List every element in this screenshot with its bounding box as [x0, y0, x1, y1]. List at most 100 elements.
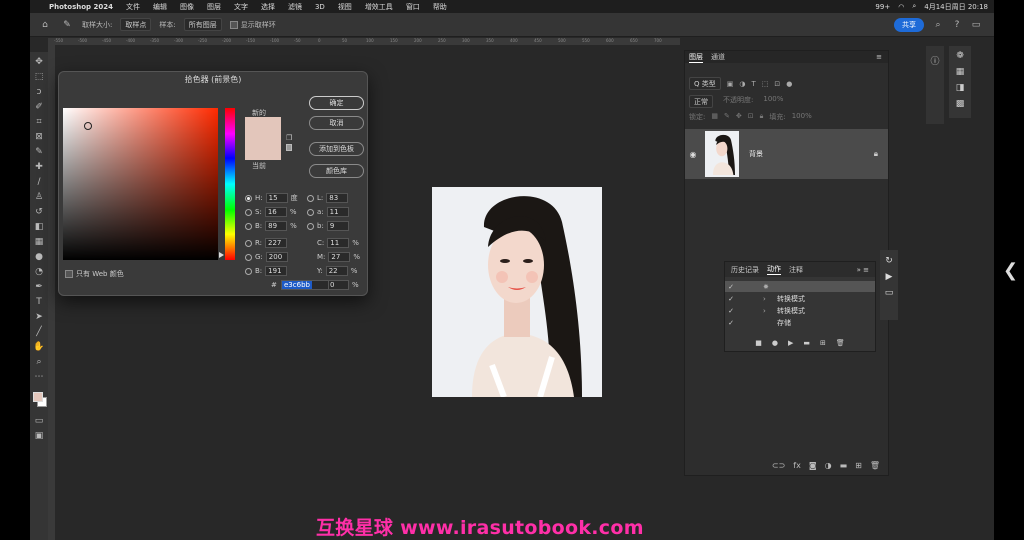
menu-plugins[interactable]: 增效工具: [365, 2, 393, 12]
fx-icon[interactable]: fx: [793, 461, 801, 470]
new-layer-icon[interactable]: ⊞: [855, 461, 862, 470]
hex-input[interactable]: e3c6bb: [281, 280, 329, 290]
patterns-panel-icon[interactable]: ▩: [954, 98, 966, 110]
crop-tool-icon[interactable]: ⌗: [32, 116, 46, 128]
dodge-tool-icon[interactable]: ◔: [32, 266, 46, 278]
yellow-field[interactable]: 22: [325, 266, 348, 276]
workspace-icon[interactable]: ▭: [969, 19, 983, 31]
green-radio[interactable]: [245, 253, 252, 261]
filter-pixel-icon[interactable]: ▣: [727, 80, 734, 88]
saturation-brightness-field[interactable]: [63, 108, 218, 260]
saturation-radio[interactable]: [245, 208, 252, 216]
cube-icon[interactable]: ❒: [286, 134, 292, 142]
add-to-swatches-button[interactable]: 添加到色板: [309, 142, 364, 156]
delete-layer-icon[interactable]: 🗑︎: [870, 461, 880, 470]
path-select-icon[interactable]: ➤: [32, 311, 46, 323]
blue-field[interactable]: 191: [265, 266, 288, 276]
swatches-panel-icon[interactable]: ▦: [954, 66, 966, 78]
search-icon[interactable]: ⌕: [931, 19, 945, 31]
menu-3d[interactable]: 3D: [315, 3, 325, 11]
new-set-icon[interactable]: ▬: [803, 339, 810, 347]
canvas-photo[interactable]: [432, 187, 602, 397]
layer-name[interactable]: 背景: [749, 149, 763, 159]
action-row[interactable]: ✓ › 转换模式: [725, 305, 875, 316]
side-chevron-icon[interactable]: ❮: [1003, 260, 1018, 281]
menu-filter[interactable]: 滤镜: [288, 2, 302, 12]
color-libraries-button[interactable]: 颜色库: [309, 164, 364, 178]
eyedropper-icon[interactable]: ✎: [32, 146, 46, 158]
gamut-warning-icon[interactable]: [286, 144, 292, 151]
lock-pixels-icon[interactable]: ▦: [711, 112, 718, 122]
magenta-field[interactable]: 27: [328, 252, 351, 262]
menu-edit[interactable]: 编辑: [153, 2, 167, 12]
green-field[interactable]: 200: [265, 252, 288, 262]
lock-all-icon[interactable]: 🔒︎: [760, 112, 764, 122]
menu-select[interactable]: 选择: [261, 2, 275, 12]
home-icon[interactable]: ⌂: [38, 19, 52, 31]
ok-button[interactable]: 确定: [309, 96, 364, 110]
quick-mask-icon[interactable]: ▭: [32, 415, 46, 427]
foreground-color[interactable]: [33, 392, 43, 402]
info-icon[interactable]: ⓘ: [929, 54, 941, 67]
cancel-button[interactable]: 取消: [309, 116, 364, 130]
menu-window[interactable]: 窗口: [406, 2, 420, 12]
brush-tool-icon[interactable]: ∕: [32, 176, 46, 188]
tab-layers[interactable]: 图层: [689, 52, 703, 63]
type-tool-icon[interactable]: T: [32, 296, 46, 308]
more-tools-icon[interactable]: ⋯: [32, 371, 46, 383]
record-icon[interactable]: ●: [772, 339, 778, 347]
expand-chevron-icon[interactable]: ›: [763, 307, 777, 315]
tab-actions[interactable]: 动作: [767, 264, 781, 275]
brightness-field[interactable]: 89: [265, 221, 288, 231]
menu-file[interactable]: 文件: [126, 2, 140, 12]
zoom-tool-icon[interactable]: ⌕: [32, 356, 46, 368]
lab-l-radio[interactable]: [307, 194, 314, 202]
play-icon[interactable]: ▶: [788, 339, 793, 347]
menu-app-name[interactable]: Photoshop 2024: [49, 3, 113, 11]
filter-toggle-icon[interactable]: ●: [786, 80, 792, 88]
healing-tool-icon[interactable]: ✚: [32, 161, 46, 173]
actions-play-icon[interactable]: ▶: [886, 272, 893, 282]
eraser-tool-icon[interactable]: ◧: [32, 221, 46, 233]
saturation-field[interactable]: 16: [264, 207, 287, 217]
tab-channels[interactable]: 通道: [711, 52, 725, 62]
delete-action-icon[interactable]: 🗑︎: [836, 339, 845, 347]
actions-menu-icon[interactable]: » ≡: [857, 266, 869, 274]
hue-field[interactable]: 15: [265, 193, 288, 203]
adjustment-layer-icon[interactable]: ◑: [825, 461, 832, 470]
eyedropper-tool-icon[interactable]: ✎: [60, 19, 74, 31]
show-ring-toggle[interactable]: 显示取样环: [229, 20, 276, 30]
lock-artboard-icon[interactable]: ⊡: [748, 112, 754, 122]
filter-adjust-icon[interactable]: ◑: [739, 80, 745, 88]
action-row[interactable]: ✓ › 转换模式: [725, 293, 875, 304]
sample-select[interactable]: 所有图层: [183, 18, 222, 31]
frame-tool-icon[interactable]: ⊠: [32, 131, 46, 143]
brightness-radio[interactable]: [245, 222, 252, 230]
black-field[interactable]: 0: [326, 280, 349, 290]
link-layers-icon[interactable]: ⊂⊃: [772, 461, 785, 470]
panel-menu-icon[interactable]: ≡: [876, 53, 882, 61]
pen-tool-icon[interactable]: ✒: [32, 281, 46, 293]
tab-history[interactable]: 历史记录: [731, 265, 759, 275]
action-set-row[interactable]: ✓ ✸: [725, 281, 875, 292]
red-radio[interactable]: [245, 239, 252, 247]
red-field[interactable]: 227: [265, 238, 288, 248]
action-row[interactable]: ✓ 存储: [725, 317, 875, 328]
share-button[interactable]: 共享: [894, 18, 924, 32]
lab-a-radio[interactable]: [307, 208, 314, 216]
expand-chevron-icon[interactable]: ›: [763, 295, 777, 303]
screen-mode-icon[interactable]: ▣: [32, 430, 46, 442]
menu-type[interactable]: 文字: [234, 2, 248, 12]
current-color-swatch[interactable]: [245, 139, 281, 160]
lab-a-field[interactable]: 11: [326, 207, 349, 217]
history-brush-icon[interactable]: ↺: [32, 206, 46, 218]
show-ring-checkbox[interactable]: [229, 20, 238, 29]
visibility-eye-icon[interactable]: ◉: [685, 150, 701, 159]
menu-layer[interactable]: 图层: [207, 2, 221, 12]
lab-l-field[interactable]: 83: [326, 193, 349, 203]
marquee-tool-icon[interactable]: ⬚: [32, 71, 46, 83]
opacity-value[interactable]: 100%: [763, 95, 783, 108]
comments-icon[interactable]: ▭: [885, 288, 894, 298]
sample-size-select[interactable]: 取样点: [120, 18, 152, 31]
move-tool-icon[interactable]: ✥: [32, 56, 46, 68]
